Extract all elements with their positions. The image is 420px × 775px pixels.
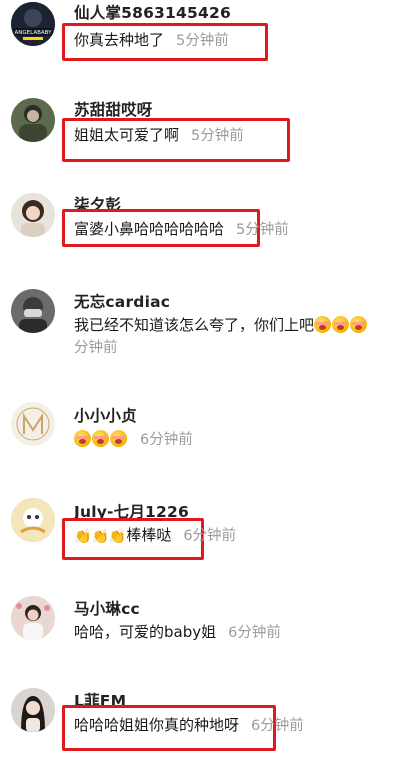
woman-avatar-icon [11, 688, 55, 732]
timestamp: 5分钟前 [191, 128, 244, 144]
user-avatar[interactable] [11, 98, 55, 142]
comment-text: 富婆小鼻哈哈哈哈哈哈 5分钟前 [74, 218, 289, 239]
blush-emoji-icon [110, 430, 127, 447]
timestamp: 6分钟前 [251, 718, 304, 734]
comment-item[interactable]: July-七月1226 👏👏👏棒棒哒 6分钟前 [0, 490, 420, 585]
comment-body: 姐姐太可爱了啊 [74, 126, 180, 144]
user-avatar[interactable] [11, 402, 55, 446]
timestamp: 5分钟前 [236, 222, 289, 238]
timestamp: 6分钟前 [183, 528, 237, 544]
clap-emoji-icon: 👏 [108, 529, 127, 545]
timestamp: 5分钟前 [176, 33, 229, 49]
user-avatar[interactable] [11, 193, 55, 237]
user-avatar[interactable] [11, 498, 55, 542]
girl-avatar-icon [11, 193, 55, 237]
comment-item[interactable]: 马小琳cc 哈哈，可爱的baby姐 6分钟前 [0, 590, 420, 685]
comment-item[interactable]: ANGELABABY 仙人掌5863145426 你真去种地了 5分钟前 [0, 0, 420, 95]
avatar-caption: ANGELABABY [15, 30, 53, 36]
angelababy-avatar-icon: ANGELABABY [11, 2, 55, 46]
blush-emoji-icon [332, 316, 350, 333]
user-avatar[interactable] [11, 596, 55, 640]
timestamp: 6分钟前 [140, 432, 193, 448]
comment-item[interactable]: 苏甜甜哎呀 姐姐太可爱了啊 5分钟前 [0, 95, 420, 190]
username[interactable]: 小小小贞 [74, 404, 137, 426]
clap-emoji-icon: 👏 [91, 529, 109, 545]
comment-body: 棒棒哒 [126, 526, 172, 544]
username[interactable]: 无忘cardiac [74, 290, 170, 312]
comment-text: 你真去种地了 5分钟前 [74, 29, 229, 50]
blush-emoji-icon [92, 430, 109, 447]
comment-item[interactable]: 小小小贞 6分钟前 [0, 380, 420, 475]
blush-emoji-icon [350, 316, 368, 333]
comment-text: 我已经不知道该怎么夸了，你们上吧 [74, 314, 368, 335]
comment-text: 姐姐太可爱了啊 5分钟前 [74, 124, 244, 145]
timestamp: 6分钟前 [228, 625, 281, 641]
comment-body: 你真去种地了 [74, 31, 165, 49]
user-avatar[interactable] [11, 289, 55, 333]
comment-text: 哈哈，可爱的baby姐 6分钟前 [74, 621, 281, 642]
logo-avatar-icon [11, 402, 55, 446]
clap-emoji-icon: 👏 [74, 529, 92, 545]
blush-emoji-icon [74, 430, 91, 447]
comment-item[interactable]: 无忘cardiac 我已经不知道该怎么夸了，你们上吧 分钟前 [0, 285, 420, 380]
username[interactable]: 仙人掌5863145426 [74, 1, 231, 23]
user-avatar[interactable]: ANGELABABY [11, 2, 55, 46]
comment-item[interactable]: 柒夕彭 富婆小鼻哈哈哈哈哈哈 5分钟前 [0, 190, 420, 285]
comment-body: 我已经不知道该怎么夸了，你们上吧 [74, 316, 315, 334]
comment-text: 哈哈哈姐姐你真的种地呀 6分钟前 [74, 714, 304, 735]
person-avatar-icon [11, 98, 55, 142]
comment-body: 哈哈，可爱的baby姐 [74, 623, 217, 641]
comment-text: 👏👏👏棒棒哒 6分钟前 [74, 524, 236, 545]
cartoon-avatar-icon [11, 498, 55, 542]
comment-item[interactable]: L菲FM 哈哈哈姐姐你真的种地呀 6分钟前 [0, 680, 420, 775]
timestamp: 分钟前 [74, 340, 118, 356]
comment-body: 富婆小鼻哈哈哈哈哈哈 [74, 220, 225, 238]
username[interactable]: 马小琳cc [74, 597, 140, 619]
blush-emoji-icon [314, 316, 332, 333]
comment-text: 6分钟前 [74, 428, 193, 449]
comment-body: 哈哈哈姐姐你真的种地呀 [74, 716, 240, 734]
username[interactable]: 苏甜甜哎呀 [74, 98, 153, 120]
mask-avatar-icon [11, 289, 55, 333]
user-avatar[interactable] [11, 688, 55, 732]
photo-avatar-icon [11, 596, 55, 640]
